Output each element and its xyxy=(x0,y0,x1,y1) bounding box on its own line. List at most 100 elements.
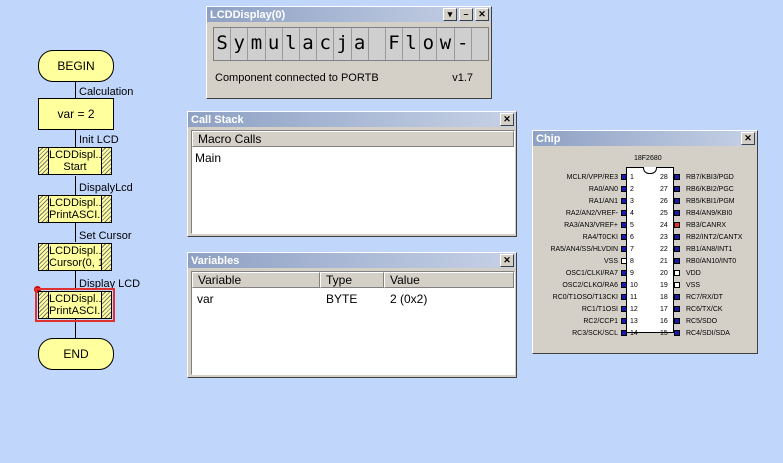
pin-right[interactable] xyxy=(674,246,680,252)
pin-right[interactable] xyxy=(674,186,680,192)
pin-left[interactable] xyxy=(621,234,627,240)
end-label: END xyxy=(63,347,89,361)
pin-number-left: 5 xyxy=(630,222,634,229)
pin-left[interactable] xyxy=(621,330,627,336)
pin-right[interactable] xyxy=(674,174,680,180)
column-header-type[interactable]: Type xyxy=(320,272,384,288)
lcd-titlebar[interactable]: LCDDisplay(0) ▾ – ✕ xyxy=(207,7,491,22)
pin-right[interactable] xyxy=(674,330,680,336)
pin-left[interactable] xyxy=(621,246,627,252)
pin-number-right: 20 xyxy=(660,270,668,277)
pin-left[interactable] xyxy=(621,306,627,312)
pin-label-left: VSS xyxy=(603,258,618,265)
pin-right[interactable] xyxy=(674,294,680,300)
macro-call: Cursor(0, 1) xyxy=(49,257,101,269)
connector xyxy=(75,80,76,99)
dropdown-arrow-icon[interactable]: ▾ xyxy=(443,8,457,21)
variables-table[interactable]: Variable Type Value var BYTE 2 (0x2) xyxy=(191,271,515,375)
variables-titlebar[interactable]: Variables ✕ xyxy=(188,253,516,268)
pin-label-left: RC0/T1OSO/T13CKI xyxy=(552,294,618,301)
macro-block-print-selected[interactable]: LCDDispl... PrintASCI... xyxy=(35,288,115,322)
pin-right[interactable] xyxy=(674,234,680,240)
macro-component: LCDDispl... xyxy=(49,197,101,209)
variables-window[interactable]: Variables ✕ Variable Type Value var BYTE… xyxy=(187,252,517,378)
chip-part-number: 18F2680 xyxy=(634,155,662,162)
pin-right[interactable] xyxy=(674,198,680,204)
call-stack-list[interactable]: Macro Calls Main xyxy=(191,130,515,234)
macro-block-init-lcd[interactable]: LCDDispl... Start xyxy=(38,147,112,175)
pin-number-left: 1 xyxy=(630,174,634,181)
pin-number-right: 23 xyxy=(660,234,668,241)
close-icon[interactable]: ✕ xyxy=(741,132,755,145)
calculation-block[interactable]: var = 2 xyxy=(38,98,114,130)
step-label-display-lcd-2: Display LCD xyxy=(79,278,141,290)
pin-left[interactable] xyxy=(621,258,627,264)
macro-block-cursor[interactable]: LCDDispl... Cursor(0, 1) xyxy=(38,243,112,271)
pin-number-left: 10 xyxy=(630,282,638,289)
pin-label-left: MCLR/VPP/RE3 xyxy=(566,174,618,181)
pin-left[interactable] xyxy=(621,198,627,204)
step-label-display-lcd: DispalyLcd xyxy=(79,182,133,194)
minimize-icon[interactable]: – xyxy=(459,8,473,21)
variable-type[interactable]: BYTE xyxy=(326,292,357,306)
pin-number-left: 4 xyxy=(630,210,634,217)
begin-terminal[interactable]: BEGIN xyxy=(38,50,114,82)
lcd-char: a xyxy=(352,28,369,60)
pin-label-right: RB6/KBI2/PGC xyxy=(686,186,734,193)
pin-left[interactable] xyxy=(621,294,627,300)
lcd-char xyxy=(472,28,488,60)
pin-label-right: RB1/AN8/INT1 xyxy=(686,246,733,253)
macro-block-print[interactable]: LCDDispl... PrintASCI... xyxy=(38,195,112,223)
pin-label-right: VSS xyxy=(686,282,701,289)
chip-titlebar[interactable]: Chip ✕ xyxy=(533,131,757,146)
pin-left[interactable] xyxy=(621,222,627,228)
pin-left[interactable] xyxy=(621,318,627,324)
call-stack-row[interactable]: Main xyxy=(195,151,221,165)
pin-number-left: 6 xyxy=(630,234,634,241)
lcd-char: c xyxy=(317,28,335,60)
variable-name[interactable]: var xyxy=(197,292,214,306)
call-stack-header[interactable]: Macro Calls xyxy=(192,131,514,147)
pin-label-right: RC7/RX/DT xyxy=(686,294,723,301)
pin-right[interactable] xyxy=(674,222,680,228)
pin-number-right: 21 xyxy=(660,258,668,265)
pin-right[interactable] xyxy=(674,270,680,276)
pin-right[interactable] xyxy=(674,210,680,216)
close-icon[interactable]: ✕ xyxy=(475,8,489,21)
column-header-variable[interactable]: Variable xyxy=(192,272,320,288)
pin-label-left: RA1/AN1 xyxy=(588,198,618,205)
call-stack-titlebar[interactable]: Call Stack ✕ xyxy=(188,112,516,127)
call-stack-window[interactable]: Call Stack ✕ Macro Calls Main xyxy=(187,111,517,237)
lcd-version: v1.7 xyxy=(452,72,473,84)
pin-right[interactable] xyxy=(674,318,680,324)
close-icon[interactable]: ✕ xyxy=(500,113,514,126)
lcd-char: m xyxy=(248,28,266,60)
variable-value[interactable]: 2 (0x2) xyxy=(390,292,427,306)
macro-call: Start xyxy=(63,161,87,173)
lcd-display-window[interactable]: LCDDisplay(0) ▾ – ✕ S y m u l a c j a F … xyxy=(206,6,492,99)
pin-left[interactable] xyxy=(621,186,627,192)
pin-left[interactable] xyxy=(621,282,627,288)
pin-left[interactable] xyxy=(621,174,627,180)
call-stack-title: Call Stack xyxy=(191,113,244,126)
chip-title: Chip xyxy=(536,132,561,145)
pin-left[interactable] xyxy=(621,270,627,276)
pin-right[interactable] xyxy=(674,258,680,264)
pin-right[interactable] xyxy=(674,282,680,288)
pin-left[interactable] xyxy=(621,210,627,216)
chip-window[interactable]: Chip ✕ 18F2680 MCLR/VPP/RE3 1 28 RB7/KBI3/P… xyxy=(532,130,758,354)
pin-number-right: 27 xyxy=(660,186,668,193)
column-header-value[interactable]: Value xyxy=(384,272,514,288)
begin-label: BEGIN xyxy=(57,59,95,73)
lcd-char: y xyxy=(231,28,249,60)
connector xyxy=(75,129,76,148)
close-icon[interactable]: ✕ xyxy=(500,254,514,267)
lcd-screen: S y m u l a c j a F l o w - xyxy=(213,27,489,61)
pin-label-right: RB3/CANRX xyxy=(686,222,727,229)
pin-number-right: 15 xyxy=(660,330,668,337)
pin-label-right: VDD xyxy=(686,270,701,277)
pin-right[interactable] xyxy=(674,306,680,312)
end-terminal[interactable]: END xyxy=(38,338,114,370)
lcd-char: a xyxy=(300,28,318,60)
pin-label-left: RA0/AN0 xyxy=(588,186,618,193)
